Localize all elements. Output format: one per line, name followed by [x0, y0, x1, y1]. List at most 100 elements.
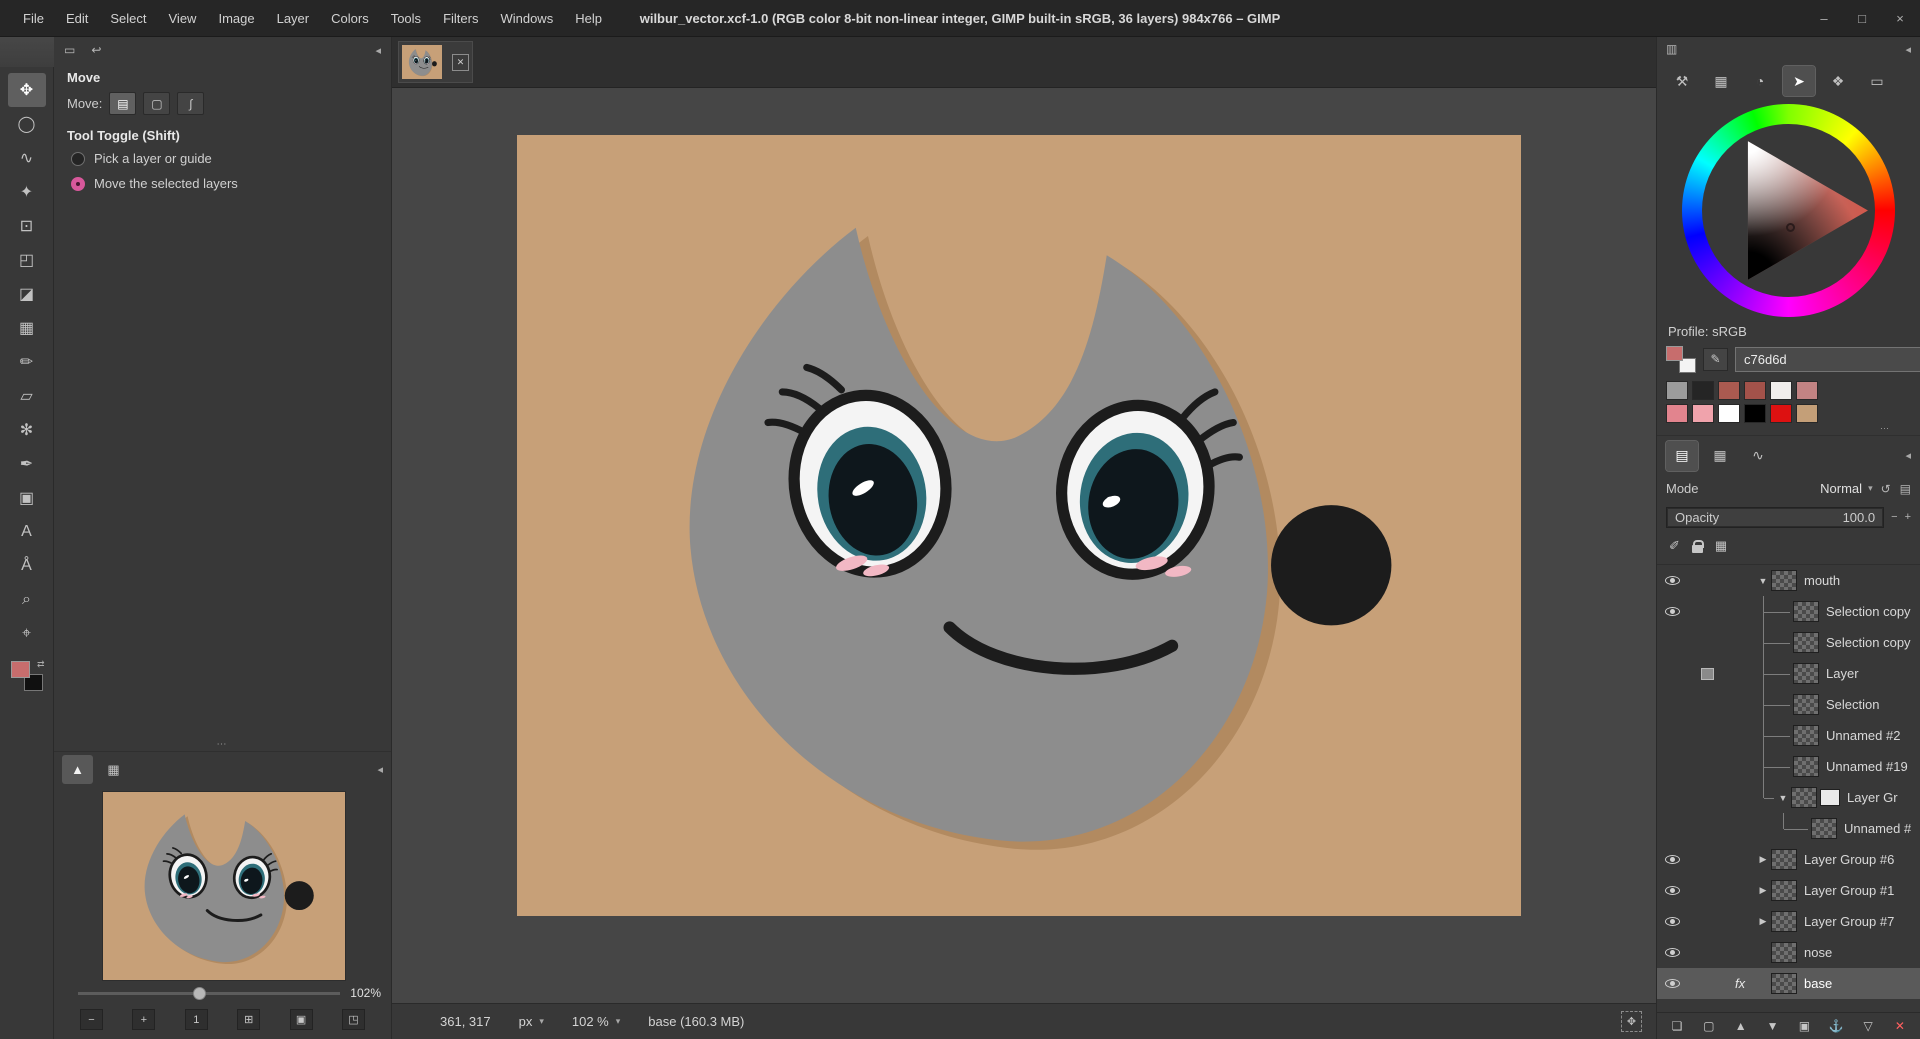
- menu-colors[interactable]: Colors: [320, 7, 380, 30]
- fullscreen-button[interactable]: ◳: [342, 1009, 365, 1030]
- expand-icon[interactable]: ▶: [1755, 854, 1771, 865]
- layer-row[interactable]: Unnamed #19: [1657, 751, 1920, 782]
- palette-swatch[interactable]: [1718, 381, 1740, 400]
- zoom-select[interactable]: 102 % ▾: [572, 1014, 620, 1029]
- layer-thumbnail[interactable]: [1771, 849, 1797, 870]
- layer-thumbnail[interactable]: [1811, 818, 1837, 839]
- zoom-1-1-button[interactable]: 1: [185, 1009, 208, 1030]
- tool-clone[interactable]: ▣: [8, 481, 46, 515]
- checker-tab[interactable]: ▦: [98, 755, 129, 784]
- navigation-preview[interactable]: [103, 792, 345, 980]
- duplicate-layer-button[interactable]: ▣: [1791, 1015, 1817, 1037]
- pointer-tab[interactable]: ▲: [62, 755, 93, 784]
- lower-layer-button[interactable]: ▼: [1760, 1015, 1786, 1037]
- layer-row[interactable]: ▼mouth: [1657, 565, 1920, 596]
- palette-grip[interactable]: ⋯: [1657, 423, 1920, 435]
- tool-eraser[interactable]: ▱: [8, 379, 46, 413]
- switch-mode-icon[interactable]: ↺: [1881, 482, 1891, 496]
- menu-help[interactable]: Help: [564, 7, 613, 30]
- tool-crop[interactable]: ⊡: [8, 209, 46, 243]
- move-selection-button[interactable]: ▢: [143, 92, 170, 115]
- visibility-eye-icon[interactable]: [1665, 979, 1680, 988]
- palette-swatch[interactable]: [1744, 381, 1766, 400]
- tool-text-along-path[interactable]: Å: [8, 549, 46, 583]
- canvas-image[interactable]: [517, 135, 1521, 916]
- layer-row[interactable]: ▶Layer Group #7: [1657, 906, 1920, 937]
- device-status-tab[interactable]: ⚒: [1666, 66, 1698, 96]
- layer-row[interactable]: nose: [1657, 937, 1920, 968]
- palette-swatch[interactable]: [1796, 381, 1818, 400]
- menu-tools[interactable]: Tools: [380, 7, 432, 30]
- tool-zoom[interactable]: ⌕: [8, 583, 46, 617]
- layer-thumbnail[interactable]: [1771, 973, 1797, 994]
- new-group-button[interactable]: ▢: [1696, 1015, 1722, 1037]
- layer-row[interactable]: fxbase: [1657, 968, 1920, 999]
- tool-text[interactable]: A: [8, 515, 46, 549]
- lock-pixels-icon[interactable]: ✐: [1669, 538, 1680, 554]
- menu-windows[interactable]: Windows: [489, 7, 564, 30]
- channels-tab[interactable]: ▦: [1704, 441, 1736, 471]
- layer-thumbnail[interactable]: [1771, 570, 1797, 591]
- collapse-icon[interactable]: ▼: [1775, 793, 1791, 803]
- group-thumbnail[interactable]: [1820, 789, 1840, 806]
- delete-layer-button[interactable]: ✕: [1887, 1015, 1913, 1037]
- menu-view[interactable]: View: [158, 7, 208, 30]
- menu-filters[interactable]: Filters: [432, 7, 489, 30]
- move-layer-button[interactable]: ▤: [109, 92, 136, 115]
- images-tab[interactable]: ▭: [1861, 66, 1893, 96]
- layer-thumbnail[interactable]: [1793, 694, 1819, 715]
- tool-gradient[interactable]: ▦: [8, 311, 46, 345]
- layer-thumbnail[interactable]: [1771, 880, 1797, 901]
- tool-ink[interactable]: ✒: [8, 447, 46, 481]
- raise-layer-button[interactable]: ▲: [1728, 1015, 1754, 1037]
- tool-move[interactable]: ✥: [8, 73, 46, 107]
- canvas-viewport[interactable]: [392, 88, 1656, 1003]
- navigation-cross-button[interactable]: ✥: [1621, 1011, 1642, 1032]
- tool-pencil[interactable]: ✏: [8, 345, 46, 379]
- mode-dropdown[interactable]: Normal ▾: [1820, 481, 1872, 496]
- layers-tab[interactable]: ▤: [1666, 441, 1698, 471]
- merge-down-button[interactable]: ▽: [1855, 1015, 1881, 1037]
- foreground-mini-swatch[interactable]: [1666, 346, 1683, 361]
- paths-tab[interactable]: ∿: [1742, 441, 1774, 471]
- layer-row[interactable]: Layer: [1657, 658, 1920, 689]
- zoom-fit-button[interactable]: ⊞: [237, 1009, 260, 1030]
- zoom-slider[interactable]: [78, 992, 340, 995]
- palette-swatch[interactable]: [1744, 404, 1766, 423]
- histogram-tab[interactable]: ▦: [1705, 66, 1737, 96]
- minimize-button[interactable]: –: [1816, 11, 1832, 26]
- tool-options-tab-icon[interactable]: ▭: [64, 43, 75, 57]
- edit-color-button[interactable]: ✎: [1703, 348, 1728, 371]
- maximize-button[interactable]: □: [1854, 11, 1870, 26]
- configure-tab-icon[interactable]: ▥: [1666, 42, 1677, 56]
- close-button[interactable]: ×: [1892, 11, 1908, 26]
- tool-free-select[interactable]: ∿: [8, 141, 46, 175]
- opacity-slider[interactable]: Opacity 100.0: [1666, 507, 1884, 528]
- tool-color-picker[interactable]: ⌖: [8, 617, 46, 651]
- unit-select[interactable]: px ▾: [519, 1014, 544, 1029]
- opacity-decrease-icon[interactable]: −: [1891, 511, 1897, 523]
- layer-row[interactable]: Unnamed #2: [1657, 720, 1920, 751]
- hex-color-input[interactable]: [1735, 347, 1920, 372]
- layer-row[interactable]: ▶Layer Group #1: [1657, 875, 1920, 906]
- shrink-wrap-button[interactable]: ▣: [290, 1009, 313, 1030]
- layer-row[interactable]: Selection: [1657, 689, 1920, 720]
- new-layer-button[interactable]: ❏: [1664, 1015, 1690, 1037]
- layer-row[interactable]: Selection copy: [1657, 627, 1920, 658]
- zoom-slider-handle[interactable]: [193, 987, 206, 1000]
- palette-swatch[interactable]: [1692, 381, 1714, 400]
- subdock-menu-icon[interactable]: ◂: [377, 763, 383, 776]
- symmetry-tab[interactable]: ❖: [1822, 66, 1854, 96]
- layer-thumbnail[interactable]: [1771, 942, 1797, 963]
- panel-menu-icon[interactable]: ◂: [375, 44, 381, 57]
- move-path-button[interactable]: ∫: [177, 92, 204, 115]
- opacity-increase-icon[interactable]: +: [1905, 511, 1911, 523]
- tool-fuzzy-select[interactable]: ✦: [8, 175, 46, 209]
- panel-grip[interactable]: ⋯: [54, 739, 391, 751]
- layers-menu-icon[interactable]: ◂: [1905, 449, 1911, 462]
- palette-swatch[interactable]: [1666, 381, 1688, 400]
- layer-row[interactable]: Selection copy: [1657, 596, 1920, 627]
- layer-thumbnail[interactable]: [1793, 663, 1819, 684]
- tool-airbrush[interactable]: ✻: [8, 413, 46, 447]
- visibility-eye-icon[interactable]: [1665, 886, 1680, 895]
